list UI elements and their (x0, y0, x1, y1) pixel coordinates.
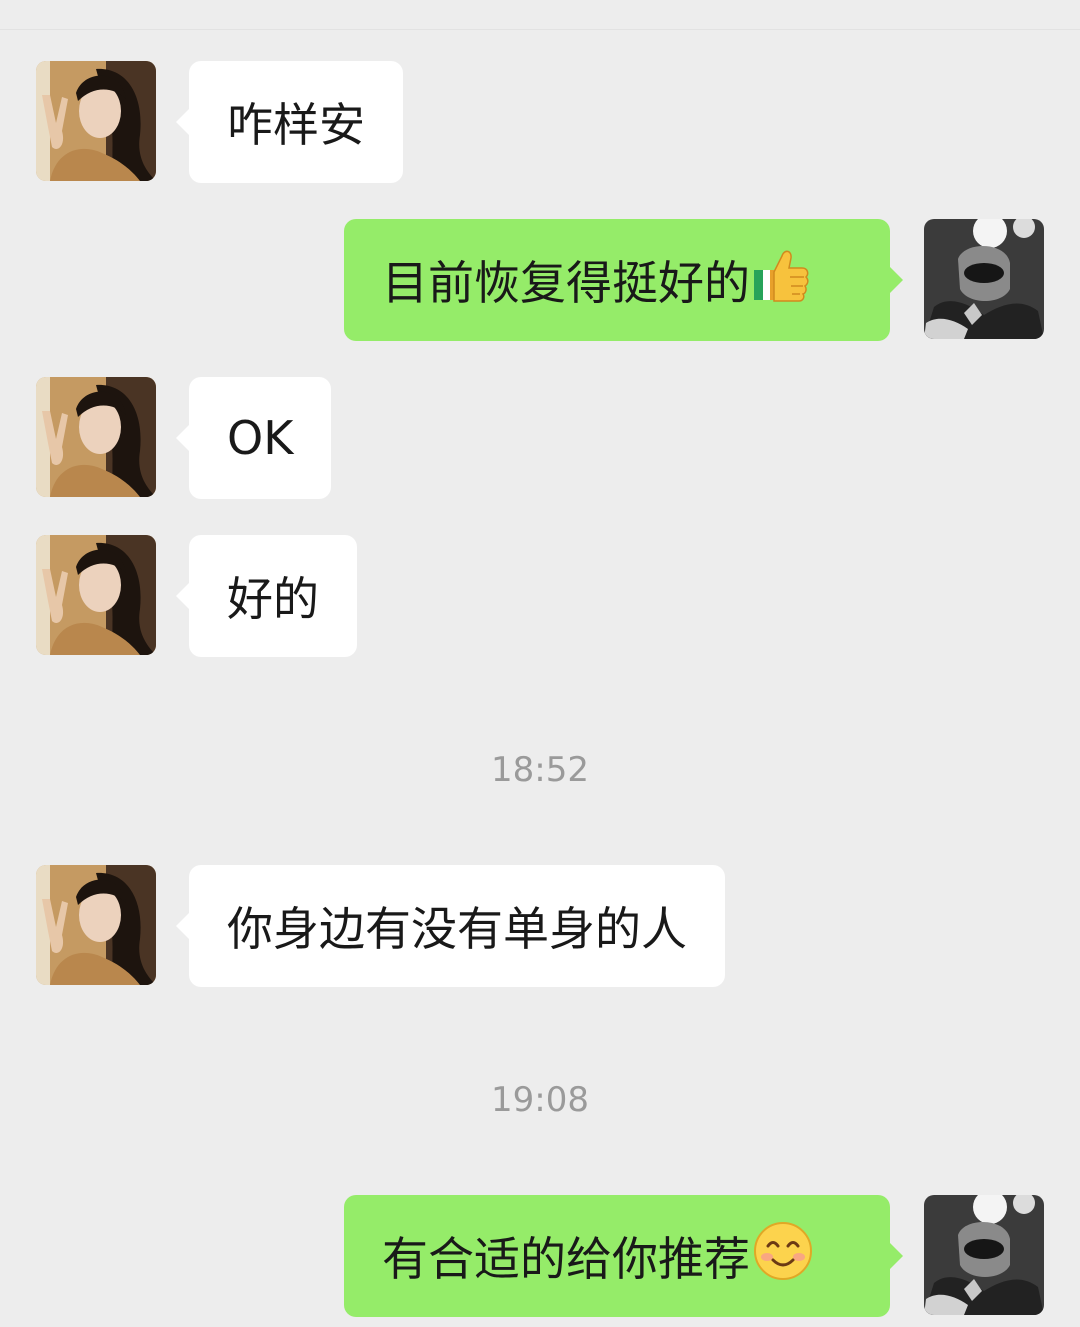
contact-avatar[interactable] (36, 535, 156, 655)
incoming-message-bubble[interactable]: OK (175, 377, 332, 499)
message-text: 目前恢复得挺好的 (382, 256, 750, 310)
incoming-message-bubble[interactable]: 你身边有没有单身的人 (176, 865, 725, 987)
message-text: OK (227, 411, 294, 465)
message-timestamp: 19:08 (491, 1080, 589, 1120)
message-timestamp: 18:52 (491, 750, 589, 790)
message-text: 咋样安 (227, 98, 365, 152)
smiling-face-icon (752, 1220, 814, 1293)
header-divider (0, 29, 1080, 30)
outgoing-message-bubble[interactable]: 目前恢复得挺好的 (344, 219, 903, 341)
message-text: 有合适的给你推荐 (382, 1232, 750, 1286)
message-text: 好的 (227, 572, 319, 626)
contact-avatar[interactable] (36, 61, 156, 181)
message-text: 你身边有没有单身的人 (227, 902, 687, 956)
thumbs-up-icon (752, 246, 810, 315)
contact-avatar[interactable] (36, 865, 156, 985)
incoming-message-bubble[interactable]: 好的 (176, 535, 357, 657)
incoming-message-bubble[interactable]: 咋样安 (176, 61, 403, 183)
my-avatar[interactable] (924, 219, 1044, 339)
my-avatar[interactable] (924, 1195, 1044, 1315)
outgoing-message-bubble[interactable]: 有合适的给你推荐 (344, 1195, 903, 1317)
contact-avatar[interactable] (36, 377, 156, 497)
